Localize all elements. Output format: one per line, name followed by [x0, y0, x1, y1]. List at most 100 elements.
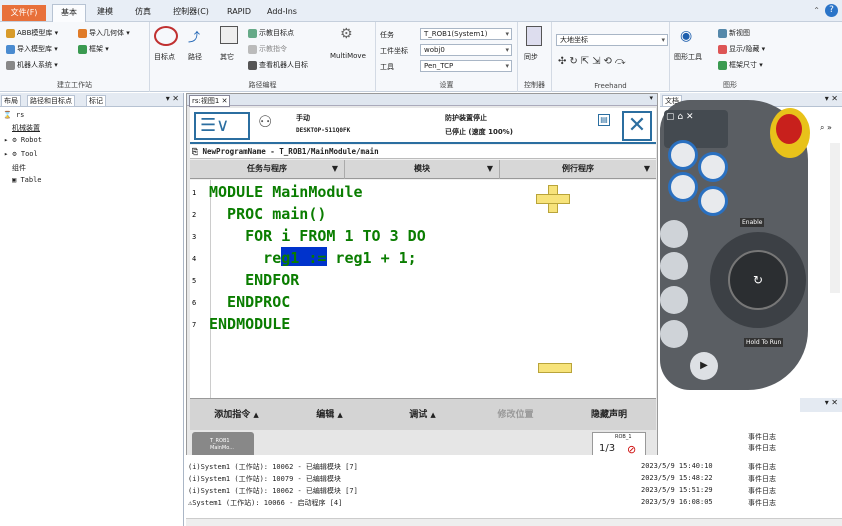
- tab-simulation[interactable]: 仿真: [128, 4, 158, 22]
- line-number: 2: [192, 211, 197, 219]
- teach-target-button[interactable]: 示教目标点: [248, 28, 294, 38]
- code-editor[interactable]: 1 2 3 4 5 6 7 MODULE MainModule PROC mai…: [190, 180, 656, 398]
- emergency-stop-button[interactable]: [776, 114, 802, 144]
- log-row[interactable]: (i)System1 (工作站): 10062 - 已编辑模块 [7]: [188, 462, 358, 472]
- robot-system-button[interactable]: 机器人系统 ▾: [6, 60, 58, 70]
- mode-key-1[interactable]: [660, 220, 688, 248]
- log-category: 事件日志: [748, 475, 776, 483]
- sync-icon: [526, 26, 542, 46]
- mode-key-3[interactable]: [660, 286, 688, 314]
- show-hide-button[interactable]: 显示/隐藏 ▾: [718, 44, 765, 54]
- doc-search-icon[interactable]: ⌕ »: [820, 123, 832, 133]
- mode-key-4[interactable]: [660, 320, 688, 348]
- import-library-button[interactable]: 导入模型库 ▾: [6, 44, 58, 54]
- log-date: 2023/5/9 15:48:22: [641, 474, 713, 482]
- tab-basic[interactable]: 基本: [52, 4, 86, 22]
- sync-button[interactable]: 同步: [524, 52, 538, 62]
- log-category-top: 事件日志: [748, 433, 776, 441]
- other-button[interactable]: 其它: [220, 52, 234, 62]
- tree-root[interactable]: ⌛ rs: [3, 111, 24, 119]
- code-line[interactable]: reg1 := reg1 + 1;: [209, 249, 417, 267]
- doc-scrollbar[interactable]: [830, 143, 840, 293]
- play-button[interactable]: ▶: [690, 352, 718, 380]
- edit-button[interactable]: 编辑 ▲: [283, 399, 376, 431]
- code-line[interactable]: MODULE MainModule: [209, 183, 363, 201]
- jog-button-a[interactable]: [668, 140, 698, 170]
- modify-position-button[interactable]: 修改位置: [469, 399, 562, 431]
- task-select[interactable]: T_ROB1(System1): [420, 28, 512, 40]
- main-menu-button[interactable]: ☰∨: [194, 112, 250, 140]
- group-settings-label: 设置: [439, 81, 454, 89]
- tree-components[interactable]: 组件: [12, 163, 26, 173]
- path-button[interactable]: 路径: [188, 52, 202, 62]
- new-view-button[interactable]: 新视图: [718, 28, 750, 38]
- tree-robot[interactable]: ▸ ⚙ Robot: [4, 136, 42, 144]
- tab-rapid[interactable]: RAPID: [222, 4, 256, 22]
- collapse-icon[interactable]: ⌃: [813, 6, 820, 15]
- view-tab-label: rs:视图1: [192, 97, 220, 105]
- wobj-select[interactable]: wobj0: [420, 44, 512, 56]
- tree-tool[interactable]: ▸ ⚙ Tool: [4, 150, 38, 158]
- log-row[interactable]: (i)System1 (工作站): 10062 - 已编辑模块 [7]: [188, 486, 358, 496]
- abb-library-button[interactable]: ABB模型库 ▾: [6, 28, 58, 38]
- graphics-tools-button[interactable]: 图形工具: [674, 52, 702, 62]
- routines-dropdown[interactable]: 例行程序 ▼: [500, 160, 656, 179]
- tab-layout[interactable]: 布局: [1, 95, 21, 107]
- tool-select[interactable]: Pen_TCP: [420, 60, 512, 72]
- tab-modeling[interactable]: 建模: [90, 4, 120, 22]
- tab-tags[interactable]: 标记: [86, 95, 106, 107]
- mode-key-2[interactable]: [660, 252, 688, 280]
- program-path: ⎘ NewProgramName - T_ROB1/MainModule/mai…: [190, 145, 656, 159]
- pane-close-icon[interactable]: ▾ ✕: [166, 94, 179, 103]
- target-button[interactable]: 目标点: [154, 52, 175, 62]
- log-row[interactable]: ⚠System1 (工作站): 10066 - 启动程序 [4]: [188, 498, 342, 508]
- teach-instruction-icon: [248, 44, 257, 54]
- freehand-tools-icon[interactable]: ✣↻⇱⇲⟲⤼: [558, 56, 629, 67]
- view-robot-target-label: 查看机器人目标: [259, 61, 308, 69]
- log-row[interactable]: (i)System1 (工作站): 10079 - 已编辑模块: [188, 474, 341, 484]
- hide-declarations-button[interactable]: 隐藏声明: [562, 399, 656, 431]
- code-line[interactable]: ENDPROC: [209, 293, 290, 311]
- zoom-out-icon[interactable]: [538, 363, 572, 373]
- tab-addins[interactable]: Add-Ins: [262, 4, 302, 22]
- jog-button-c[interactable]: [668, 172, 698, 202]
- code-line[interactable]: PROC main(): [209, 205, 326, 223]
- tab-file[interactable]: 文件(F): [2, 5, 46, 21]
- tab-controller[interactable]: 控制器(C): [166, 4, 216, 22]
- io-icon[interactable]: ▤: [598, 114, 610, 126]
- view-dropdown-icon[interactable]: ▾: [649, 94, 653, 102]
- tree-mechanisms[interactable]: 机械装置: [12, 123, 40, 133]
- line-number: 4: [192, 255, 197, 263]
- multimove-button[interactable]: MultiMove: [330, 52, 366, 60]
- import-geometry-button[interactable]: 导入几何体 ▾: [78, 28, 130, 38]
- jog-button-b[interactable]: [698, 152, 728, 182]
- frame-button[interactable]: 框架 ▾: [78, 44, 109, 54]
- code-line[interactable]: FOR i FROM 1 TO 3 DO: [209, 227, 426, 245]
- log-scrollbar[interactable]: [186, 518, 842, 526]
- tree-table[interactable]: ▣ Table: [12, 176, 42, 184]
- zoom-in-icon[interactable]: [536, 185, 570, 213]
- modules-dropdown[interactable]: 模块 ▼: [345, 160, 500, 179]
- teach-instruction-button[interactable]: 示教指令: [248, 44, 287, 54]
- group-path-label: 路径编程: [248, 81, 277, 89]
- code-line[interactable]: ENDMODULE: [209, 315, 290, 333]
- log-date: 2023/5/9 16:08:05: [641, 498, 713, 506]
- tab-view1[interactable]: rs:视图1 ✕: [189, 95, 231, 107]
- log-pane-controls[interactable]: ▾ ✕: [800, 398, 842, 412]
- view-robot-target-button[interactable]: 查看机器人目标: [248, 60, 308, 70]
- program-column-bar: 任务与程序 ▼ 模块 ▼ 例行程序 ▼: [190, 160, 656, 179]
- doc-pane-close-icon[interactable]: ▾ ✕: [825, 94, 838, 103]
- frame-size-button[interactable]: 框架尺寸 ▾: [718, 60, 763, 70]
- jog-button-d[interactable]: [698, 186, 728, 216]
- tasks-programs-dropdown[interactable]: 任务与程序 ▼: [190, 160, 345, 179]
- add-instruction-button[interactable]: 添加指令 ▲: [190, 399, 283, 431]
- help-icon[interactable]: ?: [825, 4, 838, 17]
- coordinate-select[interactable]: 大地坐标: [556, 34, 668, 46]
- tab-paths-targets[interactable]: 路径和目标点: [27, 95, 75, 107]
- joystick[interactable]: ↻: [728, 250, 788, 310]
- debug-button[interactable]: 调试 ▲: [376, 399, 469, 431]
- routines-dropdown-icon: ▼: [643, 164, 650, 173]
- target-icon: [154, 26, 178, 46]
- code-line[interactable]: ENDFOR: [209, 271, 299, 289]
- close-icon[interactable]: ✕: [622, 111, 652, 141]
